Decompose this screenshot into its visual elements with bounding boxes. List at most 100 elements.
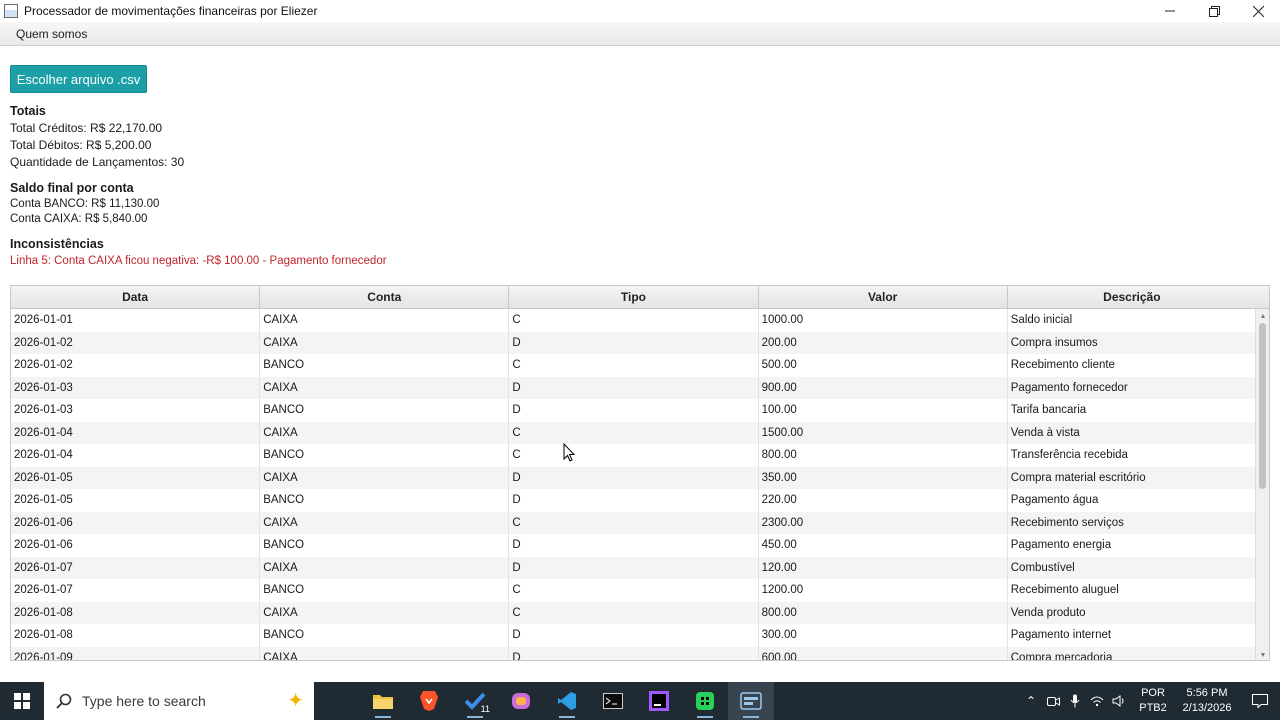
vertical-scrollbar[interactable]: ▲ ▼ [1255, 309, 1269, 660]
taskbar-app-copilot[interactable] [498, 682, 544, 720]
menu-item-quem-somos[interactable]: Quem somos [16, 27, 87, 41]
column-header-descricao[interactable]: Descrição [1008, 286, 1257, 308]
table-row[interactable]: 2026-01-07 BANCO C 1200.00 Recebimento alugu… [11, 579, 1257, 602]
cell-data: 2026-01-06 [11, 511, 261, 534]
taskbar-app-java-app[interactable] [728, 682, 774, 720]
notifications-button[interactable] [1240, 694, 1280, 708]
table-row[interactable]: 2026-01-06 BANCO D 450.00 Pagamento energia [11, 534, 1257, 557]
scroll-up-icon[interactable]: ▲ [1256, 310, 1269, 322]
cell-tipo: C [509, 511, 759, 534]
search-highlight-icon[interactable]: ✦ [287, 688, 304, 713]
column-header-valor[interactable]: Valor [759, 286, 1008, 308]
volume-icon[interactable] [1108, 682, 1130, 720]
table-row[interactable]: 2026-01-08 BANCO D 300.00 Pagamento internet [11, 624, 1257, 647]
taskbar-app-file-explorer[interactable] [360, 682, 406, 720]
taskbar-search[interactable]: Type here to search ✦ [44, 682, 314, 720]
cell-conta: CAIXA [260, 309, 510, 332]
cell-tipo: C [509, 354, 759, 377]
table-row[interactable]: 2026-01-05 BANCO D 220.00 Pagamento água [11, 489, 1257, 512]
clock[interactable]: 5:56 PM 2/13/2026 [1174, 686, 1240, 716]
table-row[interactable]: 2026-01-06 CAIXA C 2300.00 Recebimento servi… [11, 511, 1257, 534]
show-hidden-icons-icon[interactable]: ⌃ [1020, 682, 1042, 720]
mouse-cursor-icon [563, 443, 575, 462]
minimize-button[interactable] [1148, 0, 1192, 22]
table-row[interactable]: 2026-01-09 CAIXA D 600.00 Compra mercadoria [11, 646, 1257, 660]
cell-tipo: D [509, 556, 759, 579]
cell-conta: CAIXA [260, 646, 510, 660]
cell-conta: BANCO [260, 444, 510, 467]
system-tray: ⌃ POR PTB2 5:56 PM 2/13/2026 [1020, 682, 1280, 720]
cell-valor: 600.00 [759, 646, 1008, 660]
restore-icon [1208, 5, 1220, 17]
balance-caixa: Conta CAIXA: R$ 5,840.00 [10, 213, 148, 225]
cell-descricao: Venda à vista [1008, 421, 1257, 444]
scrollbar-thumb[interactable] [1259, 323, 1266, 489]
table-row[interactable]: 2026-01-04 CAIXA C 1500.00 Venda à vista [11, 421, 1257, 444]
table-row[interactable]: 2026-01-01 CAIXA C 1000.00 Saldo inicial [11, 309, 1257, 332]
keyboard-layout: PTB2 [1139, 702, 1167, 714]
table-row[interactable]: 2026-01-07 CAIXA D 120.00 Combustível [11, 556, 1257, 579]
window-title-bar: Processador de movimentações financeiras… [0, 0, 1280, 22]
column-header-tipo[interactable]: Tipo [509, 286, 759, 308]
brave-browser-icon [420, 691, 438, 711]
close-icon [1252, 5, 1264, 17]
cell-data: 2026-01-01 [11, 309, 261, 332]
inconsistencies-section: Inconsistências Linha 5: Conta CAIXA fic… [10, 237, 387, 269]
cell-tipo: D [509, 331, 759, 354]
clock-time: 5:56 PM [1186, 687, 1228, 699]
total-debits: Total Débitos: R$ 5,200.00 [10, 138, 152, 152]
notification-icon [1252, 694, 1268, 708]
language-code: POR [1141, 687, 1165, 699]
cell-conta: CAIXA [260, 331, 510, 354]
column-header-conta[interactable]: Conta [260, 286, 510, 308]
cell-descricao: Venda produto [1008, 601, 1257, 624]
taskbar-app-intellij[interactable] [636, 682, 682, 720]
column-header-data[interactable]: Data [11, 286, 261, 308]
table-row[interactable]: 2026-01-02 BANCO C 500.00 Recebimento client… [11, 354, 1257, 377]
microphone-icon[interactable] [1064, 682, 1086, 720]
table-row[interactable]: 2026-01-04 BANCO C 800.00 Transferência rece… [11, 444, 1257, 467]
cell-data: 2026-01-05 [11, 466, 261, 489]
cell-data: 2026-01-02 [11, 354, 261, 377]
start-button[interactable] [0, 682, 44, 720]
balance-section: Saldo final por conta Conta BANCO: R$ 11… [10, 181, 159, 227]
choose-csv-button[interactable]: Escolher arquivo .csv [10, 65, 147, 93]
table-row[interactable]: 2026-01-03 CAIXA D 900.00 Pagamento forneced… [11, 376, 1257, 399]
taskbar-app-vscode[interactable] [544, 682, 590, 720]
totals-heading: Totais [10, 104, 46, 118]
cell-conta: CAIXA [260, 421, 510, 444]
cell-data: 2026-01-03 [11, 399, 261, 422]
cell-tipo: D [509, 399, 759, 422]
close-button[interactable] [1236, 0, 1280, 22]
restore-button[interactable] [1192, 0, 1236, 22]
cell-valor: 900.00 [759, 376, 1008, 399]
game-app-icon [695, 691, 715, 711]
app-badge: 11 [478, 704, 492, 714]
taskbar-app-brave-browser[interactable] [406, 682, 452, 720]
table-row[interactable]: 2026-01-03 BANCO D 100.00 Tarifa bancaria [11, 399, 1257, 422]
transactions-table[interactable]: Data Conta Tipo Valor Descrição 2026-01-… [10, 285, 1270, 661]
taskbar-app-game-app[interactable] [682, 682, 728, 720]
cell-descricao: Compra mercadoria [1008, 646, 1257, 660]
table-row[interactable]: 2026-01-02 CAIXA D 200.00 Compra insumos [11, 331, 1257, 354]
taskbar-app-terminal[interactable] [590, 682, 636, 720]
java-app-icon [740, 692, 762, 710]
wifi-icon[interactable] [1086, 682, 1108, 720]
inconsistency-item: Linha 5: Conta CAIXA ficou negativa: -R$… [10, 255, 387, 267]
meet-now-icon[interactable] [1042, 682, 1064, 720]
cell-descricao: Compra material escritório [1008, 466, 1257, 489]
table-row[interactable]: 2026-01-05 CAIXA D 350.00 Compra material es… [11, 466, 1257, 489]
language-indicator[interactable]: POR PTB2 [1136, 686, 1170, 716]
cell-valor: 1200.00 [759, 579, 1008, 602]
table-row[interactable]: 2026-01-08 CAIXA C 800.00 Venda produto [11, 601, 1257, 624]
taskbar-app-todo-app[interactable]: 11 [452, 682, 498, 720]
cell-conta: CAIXA [260, 466, 510, 489]
scroll-down-icon[interactable]: ▼ [1256, 649, 1269, 660]
cell-conta: CAIXA [260, 601, 510, 624]
cell-descricao: Pagamento água [1008, 489, 1257, 512]
cell-data: 2026-01-09 [11, 646, 261, 660]
cell-conta: BANCO [260, 624, 510, 647]
clock-date: 2/13/2026 [1182, 702, 1232, 714]
total-credits: Total Créditos: R$ 22,170.00 [10, 121, 163, 135]
cell-valor: 1000.00 [759, 309, 1008, 332]
